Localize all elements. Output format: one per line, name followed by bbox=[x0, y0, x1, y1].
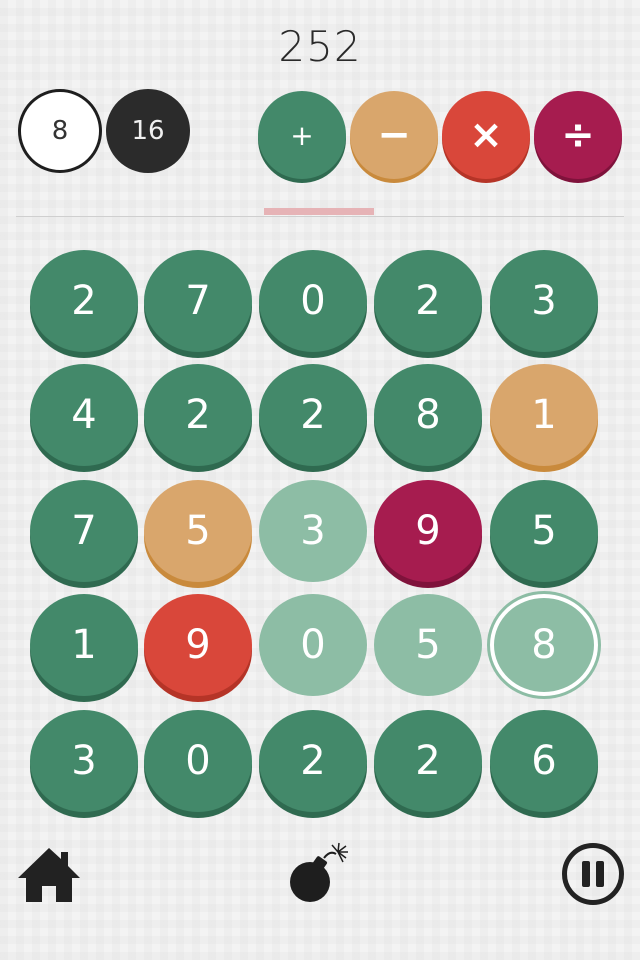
number-tile[interactable]: 3 bbox=[30, 710, 138, 812]
pause-button[interactable] bbox=[562, 843, 624, 905]
pause-icon-bar-left bbox=[582, 861, 590, 887]
number-tile[interactable]: 0 bbox=[144, 710, 252, 812]
number-tile[interactable]: 3 bbox=[490, 250, 598, 352]
pause-icon-bar-right bbox=[596, 861, 604, 887]
add-operator-button[interactable]: + bbox=[258, 91, 346, 179]
number-tile[interactable]: 2 bbox=[259, 364, 367, 466]
number-tile[interactable]: 8 bbox=[374, 364, 482, 466]
home-icon bbox=[18, 848, 80, 902]
home-button[interactable] bbox=[16, 846, 82, 904]
current-number: 16 bbox=[106, 89, 190, 173]
number-tile[interactable]: 2 bbox=[144, 364, 252, 466]
number-tile[interactable]: 6 bbox=[490, 710, 598, 812]
subtract-operator-button[interactable]: − bbox=[350, 91, 438, 179]
number-tile[interactable]: 2 bbox=[374, 250, 482, 352]
number-tile[interactable]: 8 bbox=[487, 591, 601, 699]
multiply-operator-button[interactable]: × bbox=[442, 91, 530, 179]
number-tile[interactable]: 5 bbox=[144, 480, 252, 582]
number-tile[interactable]: 4 bbox=[30, 364, 138, 466]
number-tile[interactable]: 2 bbox=[374, 710, 482, 812]
bomb-button[interactable] bbox=[286, 840, 352, 906]
number-tile[interactable]: 2 bbox=[30, 250, 138, 352]
number-tile[interactable]: 5 bbox=[490, 480, 598, 582]
number-tile[interactable]: 7 bbox=[30, 480, 138, 582]
bomb-icon bbox=[290, 842, 348, 902]
target-number: 8 bbox=[18, 89, 102, 173]
number-tile[interactable]: 0 bbox=[259, 594, 367, 696]
number-tile[interactable]: 7 bbox=[144, 250, 252, 352]
number-tile[interactable]: 3 bbox=[259, 480, 367, 582]
number-tile[interactable]: 5 bbox=[374, 594, 482, 696]
score-display: 252 bbox=[278, 22, 362, 71]
number-tile[interactable]: 1 bbox=[490, 364, 598, 466]
header-divider bbox=[16, 216, 624, 217]
number-tile[interactable]: 1 bbox=[30, 594, 138, 696]
number-tile[interactable]: 9 bbox=[374, 480, 482, 582]
number-tile[interactable]: 0 bbox=[259, 250, 367, 352]
number-tile[interactable]: 9 bbox=[144, 594, 252, 696]
progress-indicator bbox=[264, 208, 374, 215]
divide-operator-button[interactable]: ÷ bbox=[534, 91, 622, 179]
number-tile[interactable]: 2 bbox=[259, 710, 367, 812]
